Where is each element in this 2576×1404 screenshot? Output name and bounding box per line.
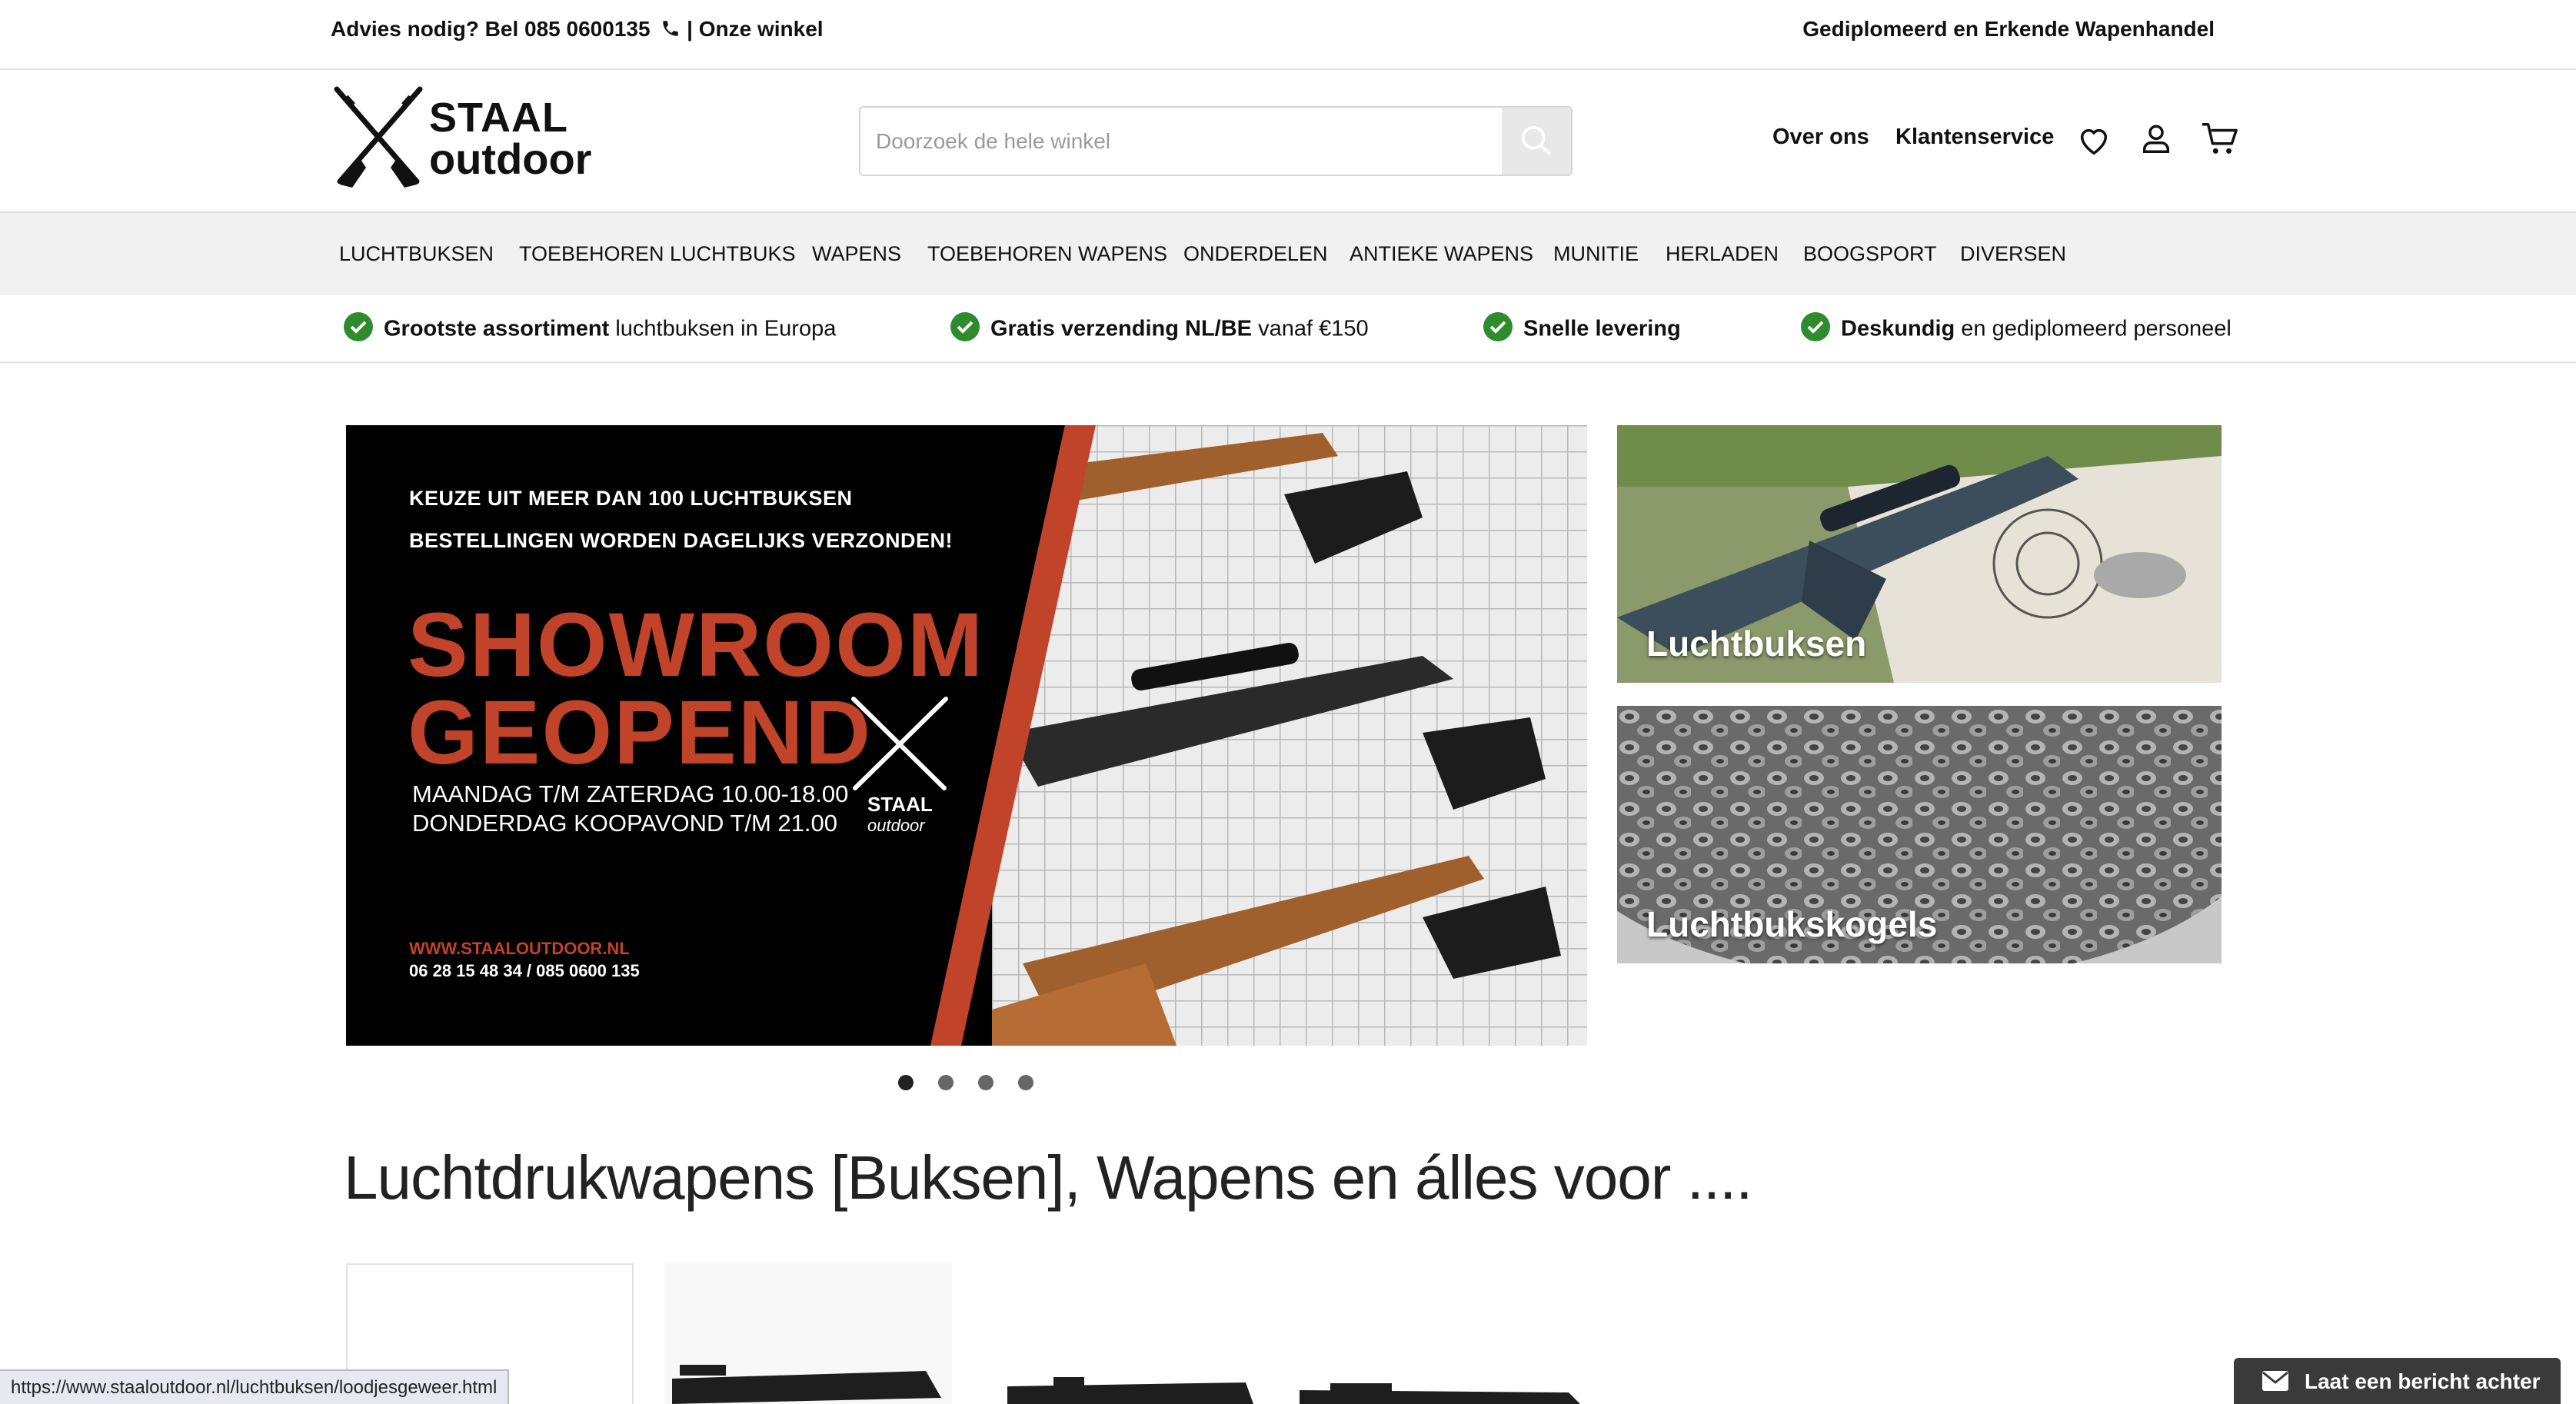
product-card[interactable] [1300,1263,1587,1404]
mail-icon [2262,1371,2288,1391]
check-icon [1801,312,1830,341]
site-logo[interactable]: STAAL outdoor [331,83,592,191]
banner-logo-line2: outdoor [867,816,925,835]
browser-status-url: https://www.staaloutdoor.nl/luchtbuksen/… [0,1369,510,1404]
usp-item: Gratis verzending NL/BE vanaf €150 [950,312,1369,344]
banner-url: WWW.STAALOUTDOOR.NL [409,939,630,958]
usp-bold: Grootste assortiment [384,316,610,341]
nav-item-wapens[interactable]: WAPENS [812,242,901,266]
nav-item-luchtbuksen[interactable]: LUCHTBUKSEN [339,242,494,266]
usp-text: en gediplomeerd personeel [1955,316,2232,341]
crossed-rifles-icon [851,697,948,790]
usp-item: Grootste assortiment luchtbuksen in Euro… [344,312,837,344]
nav-item-munitie[interactable]: MUNITIE [1553,242,1639,266]
customer-service-link[interactable]: Klantenservice [1895,125,2054,150]
advice-text: Advies nodig? Bel 085 0600135 [331,17,651,41]
heart-icon[interactable] [2076,122,2112,158]
banner-line2: BESTELLINGEN WORDEN DAGELIJKS VERZONDEN! [409,529,954,552]
phone-icon [663,21,679,36]
banner-logo-line1: STAAL [867,793,933,816]
check-icon [950,312,980,341]
topbar-separator: | [687,17,693,41]
banner-phones: 06 28 15 48 34 / 085 0600 135 [409,961,640,980]
usp-item: Snelle levering [1483,312,1681,344]
crossed-rifles-icon [334,86,423,188]
product-image [1007,1377,1253,1404]
search-button[interactable] [1502,108,1571,175]
main-nav: LUCHTBUKSEN TOEBEHOREN LUCHTBUKS WAPENS … [0,211,2576,295]
topbar-contact: Advies nodig? Bel 085 0600135 | Onze win… [331,17,824,42]
cart-icon[interactable] [2201,121,2239,158]
section-title: Luchtdrukwapens [Buksen], Wapens en álle… [344,1143,1752,1212]
usp-item: Deskundig en gediplomeerd personeel [1801,312,2232,344]
nav-item-herladen[interactable]: HERLADEN [1666,242,1779,266]
check-icon [344,312,373,341]
tile-label: Luchtbuksen [1646,624,1867,664]
usp-bar: Grootste assortiment luchtbuksen in Euro… [0,295,2576,363]
about-link[interactable]: Over ons [1772,125,1869,150]
usp-text: luchtbuksen in Europa [609,316,837,341]
product-image [672,1365,941,1404]
nav-item-diversen[interactable]: DIVERSEN [1960,242,2066,266]
hero-banner[interactable]: KEUZE UIT MEER DAN 100 LUCHTBUKSEN BESTE… [346,425,1587,1046]
search-input[interactable] [860,108,1500,175]
top-bar: Advies nodig? Bel 085 0600135 | Onze win… [0,0,2576,70]
banner-line1: KEUZE UIT MEER DAN 100 LUCHTBUKSEN [409,487,853,510]
slider-dot[interactable] [978,1075,993,1090]
product-card[interactable] [992,1263,1280,1404]
nav-item-boogsport[interactable]: BOOGSPORT [1803,242,1937,266]
banner-logo: STAAL outdoor [846,694,954,840]
slider-dot[interactable] [1018,1075,1033,1090]
chat-label: Laat een bericht achter [2305,1369,2541,1393]
chat-widget-button[interactable]: Laat een bericht achter [2234,1358,2561,1404]
category-tile-luchtbukskogels[interactable]: Luchtbukskogels [1617,706,2222,963]
product-card[interactable] [664,1263,952,1404]
nav-item-toebehoren-wapens[interactable]: TOEBEHOREN WAPENS [927,242,1167,266]
nav-item-antieke-wapens[interactable]: ANTIEKE WAPENS [1350,242,1533,266]
product-image [1300,1383,1580,1404]
usp-bold: Gratis verzending NL/BE [990,316,1253,341]
search-box [859,106,1573,176]
nav-item-onderdelen[interactable]: ONDERDELEN [1183,242,1328,266]
tile-label: Luchtbukskogels [1646,904,1938,944]
slider-dot[interactable] [898,1075,914,1090]
category-tile-luchtbuksen[interactable]: Luchtbuksen [1617,425,2222,683]
certified-text: Gediplomeerd en Erkende Wapenhandel [1802,17,2215,41]
store-link[interactable]: Onze winkel [699,17,824,41]
banner-hours1: MAANDAG T/M ZATERDAG 10.00-18.00 [412,780,849,807]
nav-item-toebehoren-luchtbuks[interactable]: TOEBEHOREN LUCHTBUKS [519,242,796,266]
search-icon [1521,125,1551,155]
banner-hours2: DONDERDAG KOOPAVOND T/M 21.00 [412,810,837,837]
usp-text: vanaf €150 [1252,316,1369,341]
check-icon [1483,312,1513,341]
user-icon[interactable] [2138,121,2174,156]
logo-line2: outdoor [429,135,592,183]
slider-dot[interactable] [938,1075,954,1090]
usp-bold: Snelle levering [1523,316,1681,341]
banner-headline2: GEOPEND [408,682,873,784]
usp-bold: Deskundig [1841,316,1955,341]
